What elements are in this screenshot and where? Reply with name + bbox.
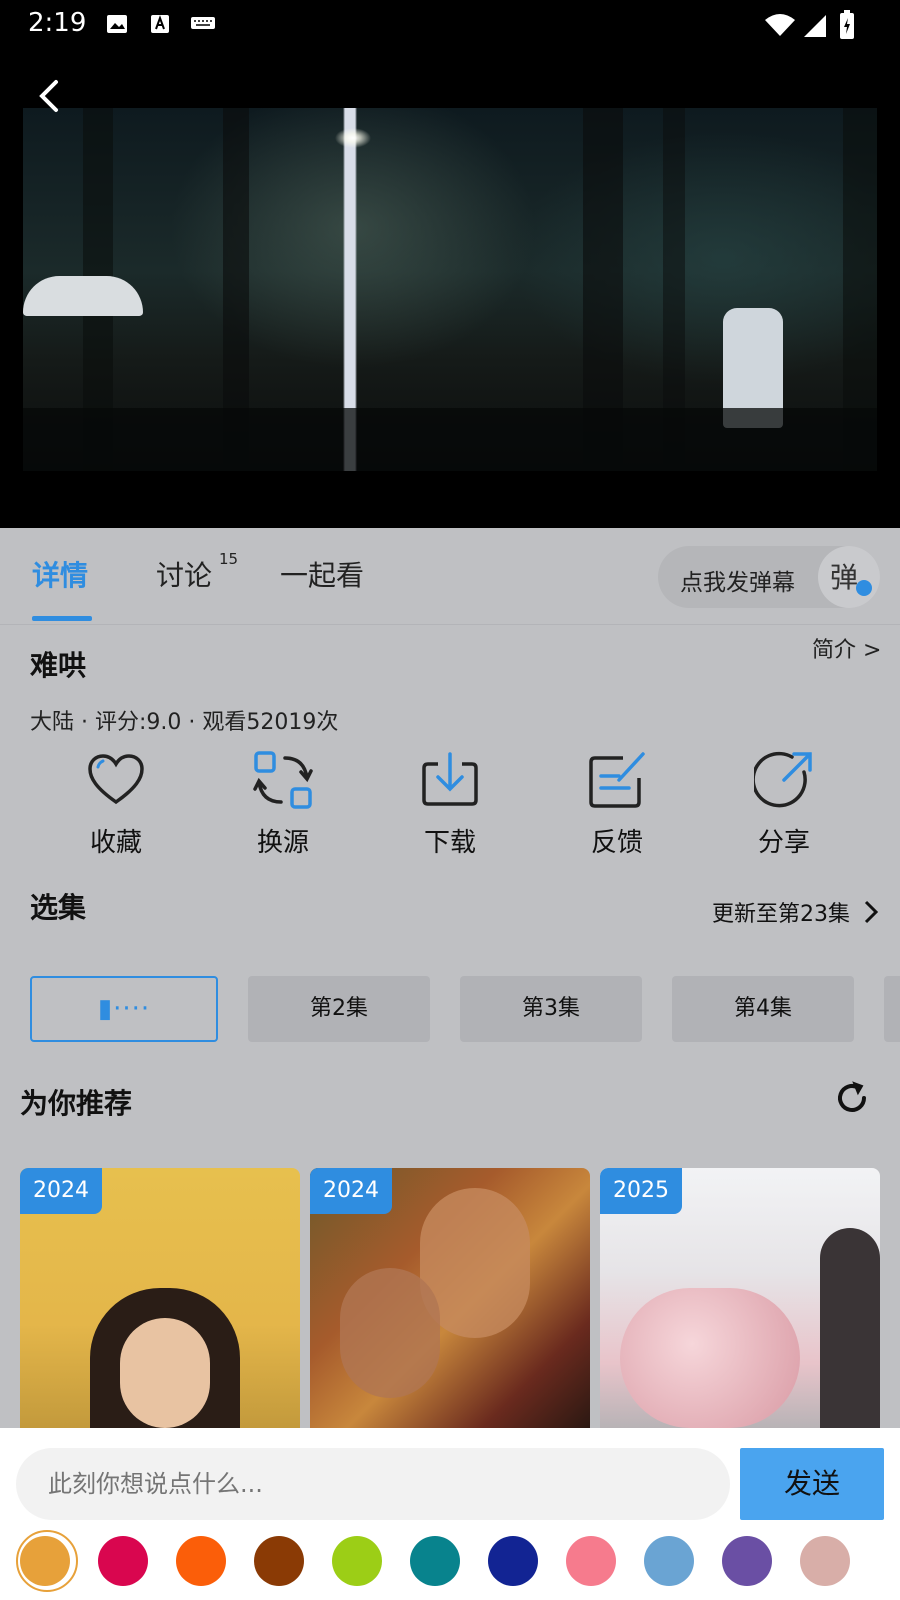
umbrella: [23, 276, 143, 316]
color-swatch[interactable]: [644, 1536, 694, 1586]
action-label: 分享: [757, 828, 810, 858]
download-button[interactable]: 下载: [390, 750, 510, 860]
color-swatch[interactable]: [254, 1536, 304, 1586]
image-notification-icon: [107, 15, 127, 33]
year-badge: 2024: [310, 1168, 392, 1214]
text-notification-icon: [151, 15, 169, 33]
color-swatch[interactable]: [488, 1536, 538, 1586]
color-swatch[interactable]: [722, 1536, 772, 1586]
danmaku-prompt: 点我发弹幕: [680, 570, 795, 596]
action-label: 反馈: [590, 828, 643, 858]
status-bar: 2:19: [0, 0, 900, 48]
back-arrow-icon[interactable]: [30, 76, 70, 116]
video-frame[interactable]: [23, 108, 877, 471]
episode-item[interactable]: 第2集: [248, 976, 430, 1042]
color-swatch[interactable]: [332, 1536, 382, 1586]
action-label: 下载: [423, 828, 476, 858]
show-title: 难哄: [30, 649, 87, 682]
color-swatch[interactable]: [98, 1536, 148, 1586]
favorite-button[interactable]: 收藏: [56, 750, 176, 860]
danmaku-toggle-label: 弹: [830, 561, 859, 594]
color-swatch[interactable]: [176, 1536, 226, 1586]
intro-link[interactable]: 简介 >: [812, 632, 881, 664]
keyboard-notification-icon: [191, 17, 215, 29]
wifi-icon: [765, 14, 795, 36]
episode-item[interactable]: 第3集: [460, 976, 642, 1042]
color-swatch[interactable]: [20, 1536, 70, 1586]
recommend-poster[interactable]: 2024: [310, 1168, 590, 1428]
discuss-count-badge: 15: [219, 550, 239, 568]
recommend-poster[interactable]: 2024: [20, 1168, 300, 1428]
show-meta: 大陆 · 评分:9.0 · 观看52019次: [30, 710, 339, 735]
episode-item-partial[interactable]: [884, 976, 900, 1042]
episode-item[interactable]: 第4集: [672, 976, 854, 1042]
tab-bar: 详情 讨论 15 一起看 点我发弹幕 弹: [0, 528, 900, 625]
year-badge: 2024: [20, 1168, 102, 1214]
episodes-update-text: 更新至第23集: [712, 902, 850, 927]
signal-icon: [804, 15, 826, 37]
feedback-button[interactable]: 反馈: [557, 750, 677, 860]
share-icon: [754, 751, 812, 808]
comment-bar: 发送: [0, 1428, 900, 1600]
tab-detail[interactable]: 详情: [32, 554, 88, 594]
tab-watch-together[interactable]: 一起看: [280, 554, 364, 594]
episodes-section-title: 选集: [30, 891, 87, 924]
year-badge: 2025: [600, 1168, 682, 1214]
danmaku-toggle-button[interactable]: 弹: [818, 546, 880, 608]
switch-source-button[interactable]: 换源: [223, 750, 343, 860]
tab-discuss[interactable]: 讨论: [156, 554, 212, 594]
check-icon: [856, 580, 872, 596]
tab-active-indicator: [32, 616, 92, 621]
video-player[interactable]: [0, 48, 900, 528]
color-swatch[interactable]: [800, 1536, 850, 1586]
send-button[interactable]: 发送: [740, 1448, 884, 1520]
color-swatch[interactable]: [410, 1536, 460, 1586]
status-time: 2:19: [28, 8, 87, 38]
heart-icon: [88, 754, 144, 805]
playing-indicator-icon: ▮····: [97, 994, 151, 1024]
comment-input[interactable]: [16, 1448, 730, 1520]
chevron-right-icon: [864, 900, 879, 924]
color-swatch[interactable]: [566, 1536, 616, 1586]
danmaku-input-pill[interactable]: 点我发弹幕 弹: [658, 546, 880, 608]
action-label: 收藏: [89, 828, 142, 858]
episode-current[interactable]: ▮····: [30, 976, 218, 1042]
switch-source-icon: [253, 751, 313, 809]
download-icon: [422, 752, 478, 806]
share-button[interactable]: 分享: [724, 750, 844, 860]
recommend-poster[interactable]: 2025: [600, 1168, 880, 1428]
feedback-icon: [589, 752, 645, 808]
recommend-section-title: 为你推荐: [20, 1087, 133, 1120]
action-label: 换源: [256, 828, 309, 858]
episodes-update-link[interactable]: 更新至第23集: [712, 896, 879, 928]
refresh-icon[interactable]: [834, 1080, 870, 1116]
battery-icon: [840, 10, 854, 39]
